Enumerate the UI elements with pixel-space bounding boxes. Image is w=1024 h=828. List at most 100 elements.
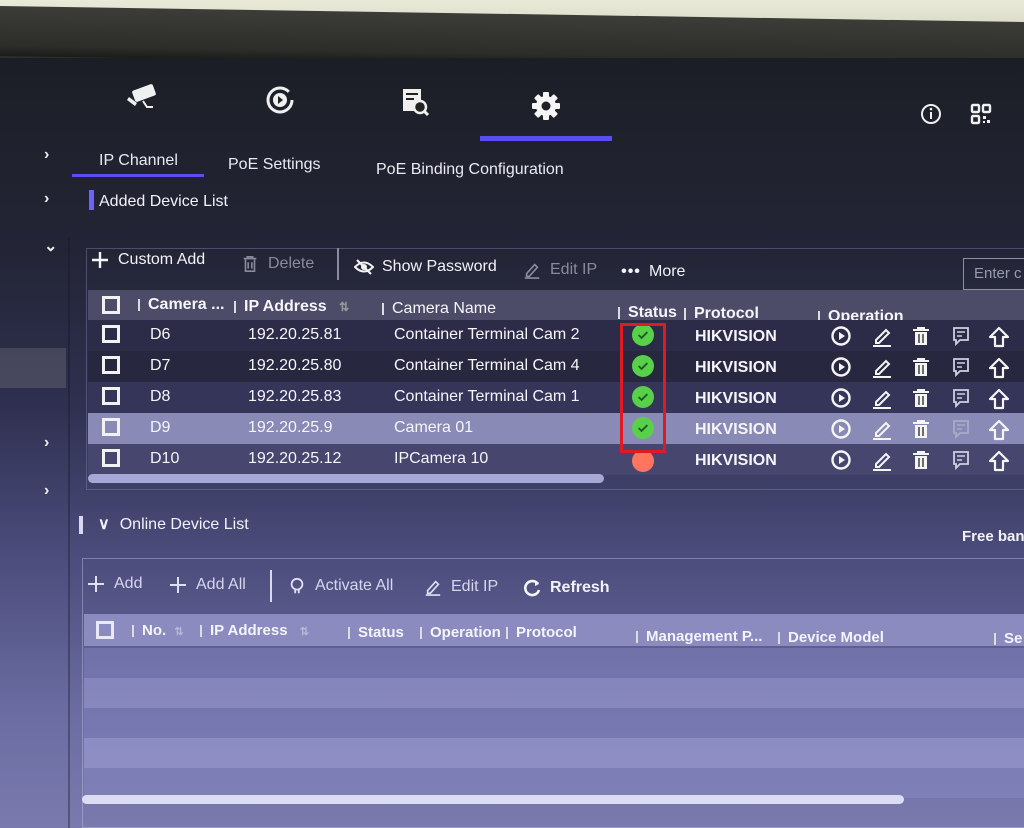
- add-button[interactable]: Add: [86, 574, 142, 594]
- sort-icon: ⇅: [339, 300, 350, 314]
- protocol: HIKVISION: [695, 390, 777, 407]
- col-operation[interactable]: Operation: [420, 624, 501, 641]
- edit-pencil-icon[interactable]: [871, 325, 893, 347]
- camera-id: D6: [150, 326, 171, 343]
- play-icon[interactable]: [830, 325, 852, 347]
- search-input[interactable]: Enter c: [963, 258, 1024, 290]
- more-button[interactable]: ••• More: [621, 262, 685, 282]
- select-all-checkbox[interactable]: [96, 621, 114, 639]
- row-checkbox[interactable]: [102, 418, 120, 436]
- tab-poe-settings[interactable]: PoE Settings: [228, 156, 321, 174]
- col-protocol[interactable]: Protocol: [506, 624, 577, 641]
- edit-pencil-icon[interactable]: [871, 356, 893, 378]
- col-ip-address[interactable]: IP Address ⇅: [200, 622, 309, 639]
- col-camera-name[interactable]: Camera Name: [382, 300, 496, 318]
- tab-poe-binding-configuration[interactable]: PoE Binding Configuration: [376, 161, 564, 179]
- camera-icon[interactable]: [120, 78, 164, 118]
- play-icon[interactable]: [830, 387, 852, 409]
- table-row[interactable]: D7 192.20.25.80 Container Terminal Cam 4…: [88, 351, 1024, 382]
- delete-trash-icon[interactable]: [910, 387, 932, 409]
- delete-trash-icon[interactable]: [910, 449, 932, 471]
- activate-all-button[interactable]: Activate All: [287, 576, 393, 596]
- add-all-button[interactable]: Add All: [168, 575, 246, 595]
- edit-pencil-icon[interactable]: [871, 387, 893, 409]
- col-ip-address[interactable]: IP Address ⇅: [234, 298, 349, 316]
- camera-name: Camera 01: [394, 419, 474, 436]
- refresh-button[interactable]: Refresh: [522, 578, 610, 598]
- ip-address: 192.20.25.12: [248, 450, 342, 467]
- row-checkbox[interactable]: [102, 387, 120, 405]
- horizontal-scrollbar[interactable]: [82, 795, 904, 804]
- delete-button[interactable]: Delete: [240, 254, 314, 274]
- chevron-right-icon[interactable]: ›: [44, 482, 62, 500]
- edit-ip-button[interactable]: Edit IP: [423, 577, 498, 597]
- message-icon[interactable]: [950, 325, 972, 347]
- col-no[interactable]: No. ⇅: [132, 622, 184, 639]
- camera-id: D9: [150, 419, 171, 436]
- message-icon[interactable]: [950, 418, 972, 440]
- chevron-right-icon[interactable]: ›: [44, 146, 62, 164]
- delete-trash-icon[interactable]: [910, 356, 932, 378]
- nvr-screen: › › ⌄ › › IP Channel PoE Settings PoE Bi…: [0, 58, 1024, 828]
- ip-address: 192.20.25.9: [248, 419, 333, 436]
- message-icon[interactable]: [950, 449, 972, 471]
- message-icon[interactable]: [950, 387, 972, 409]
- upgrade-arrow-icon[interactable]: [988, 388, 1010, 410]
- camera-name: Container Terminal Cam 4: [394, 357, 580, 374]
- trash-icon: [240, 254, 260, 274]
- tab-ip-channel[interactable]: IP Channel: [99, 152, 178, 170]
- protocol: HIKVISION: [695, 452, 777, 469]
- search-file-icon[interactable]: [392, 82, 436, 122]
- col-status[interactable]: Status: [348, 624, 404, 641]
- sidebar-selected-item[interactable]: [0, 348, 66, 388]
- qr-code-icon[interactable]: [969, 102, 993, 126]
- custom-add-button[interactable]: Custom Add: [90, 250, 205, 270]
- edit-ip-button[interactable]: Edit IP: [522, 260, 597, 280]
- upgrade-arrow-icon[interactable]: [988, 450, 1010, 472]
- chevron-right-icon[interactable]: ›: [44, 434, 62, 452]
- edit-pencil-icon[interactable]: [871, 449, 893, 471]
- refresh-icon: [522, 578, 542, 598]
- sidebar-divider: [68, 238, 70, 828]
- edit-pencil-icon[interactable]: [871, 418, 893, 440]
- col-serial[interactable]: Se: [994, 630, 1022, 647]
- camera-id: D8: [150, 388, 171, 405]
- info-icon[interactable]: [919, 102, 943, 126]
- row-checkbox[interactable]: [102, 356, 120, 374]
- chevron-right-icon[interactable]: ›: [44, 190, 62, 208]
- horizontal-scrollbar[interactable]: [88, 474, 604, 483]
- protocol: HIKVISION: [695, 328, 777, 345]
- select-all-checkbox[interactable]: [102, 296, 120, 314]
- chevron-down-icon[interactable]: ⌄: [44, 236, 62, 255]
- table-row[interactable]: D10 192.20.25.12 IPCamera 10 HIKVISION: [88, 444, 1024, 475]
- row-checkbox[interactable]: [102, 449, 120, 467]
- table-row[interactable]: D9 192.20.25.9 Camera 01 HIKVISION: [88, 413, 1024, 444]
- message-icon[interactable]: [950, 356, 972, 378]
- settings-gear-icon[interactable]: [524, 86, 568, 126]
- col-camera[interactable]: Camera ...: [138, 296, 224, 314]
- status-offline-icon: [632, 450, 654, 472]
- upgrade-arrow-icon[interactable]: [988, 419, 1010, 441]
- delete-trash-icon[interactable]: [910, 418, 932, 440]
- delete-trash-icon[interactable]: [910, 325, 932, 347]
- empty-row: [84, 708, 1024, 738]
- table-row[interactable]: D8 192.20.25.83 Container Terminal Cam 1…: [88, 382, 1024, 413]
- table-row[interactable]: D6 192.20.25.81 Container Terminal Cam 2…: [88, 320, 1024, 351]
- protocol: HIKVISION: [695, 359, 777, 376]
- upgrade-arrow-icon[interactable]: [988, 357, 1010, 379]
- row-checkbox[interactable]: [102, 325, 120, 343]
- play-icon[interactable]: [830, 356, 852, 378]
- upgrade-arrow-icon[interactable]: [988, 326, 1010, 348]
- playback-icon[interactable]: [258, 80, 302, 120]
- online-device-list-title: Online Device List: [119, 516, 249, 533]
- play-icon[interactable]: [830, 418, 852, 440]
- eye-slash-icon: [354, 257, 374, 277]
- camera-name: Container Terminal Cam 2: [394, 326, 580, 343]
- play-icon[interactable]: [830, 449, 852, 471]
- online-device-list-toggle[interactable]: ∨ Online Device List: [98, 514, 249, 534]
- col-device-model[interactable]: Device Model: [778, 629, 884, 646]
- show-password-button[interactable]: Show Password: [354, 257, 497, 277]
- col-management-port[interactable]: Management P...: [636, 628, 762, 645]
- added-device-table-header: Camera ... IP Address ⇅ Camera Name Stat…: [88, 290, 1024, 325]
- online-device-table-header: No. ⇅ IP Address ⇅ Status Operation Prot…: [84, 614, 1024, 647]
